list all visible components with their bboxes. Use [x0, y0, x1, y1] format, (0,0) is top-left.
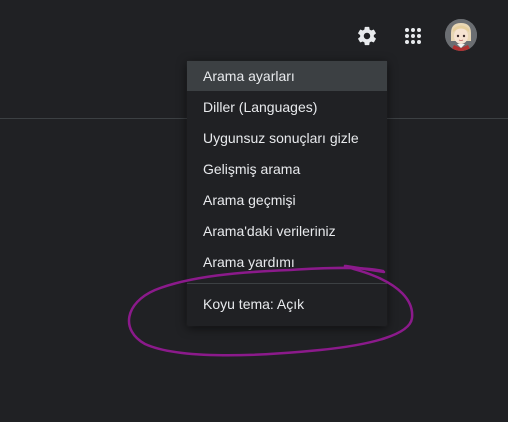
menu-item-hide-explicit-results[interactable]: Uygunsuz sonuçları gizle — [187, 123, 387, 153]
menu-item-dark-theme-toggle[interactable]: Koyu tema: Açık — [187, 289, 387, 319]
apps-grid-icon — [405, 28, 421, 44]
menu-item-search-history[interactable]: Arama geçmişi — [187, 185, 387, 215]
settings-dropdown-menu: Arama ayarları Diller (Languages) Uyguns… — [187, 61, 387, 326]
account-avatar[interactable] — [445, 19, 477, 51]
apps-button[interactable] — [397, 20, 429, 52]
menu-item-search-settings[interactable]: Arama ayarları — [187, 61, 387, 91]
avatar-image — [445, 19, 477, 51]
menu-item-your-data-in-search[interactable]: Arama'daki verileriniz — [187, 216, 387, 246]
menu-item-search-help[interactable]: Arama yardımı — [187, 247, 387, 277]
settings-button[interactable] — [351, 20, 383, 52]
menu-item-advanced-search[interactable]: Gelişmiş arama — [187, 154, 387, 184]
gear-icon — [358, 26, 376, 46]
menu-item-languages[interactable]: Diller (Languages) — [187, 92, 387, 122]
menu-separator — [187, 283, 387, 284]
